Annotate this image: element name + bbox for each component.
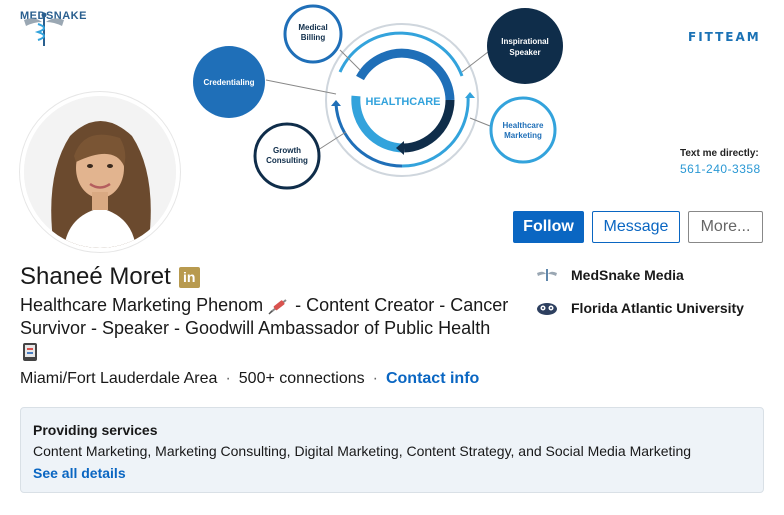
- bubble-label-inspirational-2: Speaker: [509, 48, 540, 57]
- healthcare-marketing-bubble: [489, 96, 557, 164]
- org-name: MedSnake Media: [571, 267, 684, 283]
- bubble-label-inspirational-1: Inspirational: [501, 37, 549, 46]
- message-button[interactable]: Message: [592, 211, 680, 243]
- org-name: Florida Atlantic University: [571, 300, 744, 316]
- bubble-label-medical-billing-1: Medical: [298, 23, 327, 32]
- medsnake-logo-icon: [535, 266, 559, 284]
- bubble-label-growth-2: Consulting: [266, 156, 308, 165]
- location-text: Miami/Fort Lauderdale Area: [20, 370, 218, 387]
- inspirational-speaker-bubble: [487, 8, 563, 84]
- caduceus-icon: [24, 12, 64, 46]
- connections-count[interactable]: 500+ connections: [239, 370, 365, 388]
- banner-phone: 561-240-3358: [680, 162, 761, 176]
- location-row: Miami/Fort Lauderdale Area · 500+ connec…: [20, 370, 479, 388]
- org-item-medsnake[interactable]: MedSnake Media: [535, 264, 744, 286]
- organizations-list: MedSnake Media Florida Atlantic Universi…: [535, 264, 744, 330]
- services-list: Content Marketing, Marketing Consulting,…: [33, 443, 692, 459]
- headline-part-1: Healthcare Marketing Phenom: [20, 295, 264, 315]
- bubble-label-credentialing: Credentialing: [203, 78, 254, 87]
- separator-dot: ·: [372, 370, 378, 387]
- bubble-label-growth-1: Growth: [273, 146, 301, 155]
- more-button[interactable]: More...: [688, 211, 763, 243]
- mobile-phone-icon: [23, 343, 37, 362]
- contact-info-link[interactable]: Contact info: [386, 370, 479, 388]
- medsnake-logo: MEDSNAKE: [20, 10, 87, 46]
- profile-headline: Healthcare Marketing Phenom - Content Cr…: [20, 294, 520, 363]
- separator-dot: ·: [225, 370, 231, 387]
- providing-services-card: Providing services Content Marketing, Ma…: [20, 407, 764, 493]
- text-me-label: Text me directly:: [680, 148, 759, 159]
- see-all-details-link[interactable]: See all details: [33, 465, 751, 481]
- syringe-icon: [268, 299, 287, 315]
- services-title: Providing services: [33, 422, 158, 438]
- healthcare-center-label: HEALTHCARE: [366, 96, 441, 108]
- org-item-fau[interactable]: Florida Atlantic University: [535, 297, 744, 319]
- fitteam-logo: FITTEAM: [688, 30, 761, 44]
- follow-button[interactable]: Follow: [513, 211, 584, 243]
- profile-name: Shaneé Moret: [20, 263, 171, 290]
- bubble-label-hc-marketing-2: Marketing: [504, 131, 542, 140]
- bubble-label-medical-billing-2: Billing: [301, 33, 326, 42]
- bubble-label-hc-marketing-1: Healthcare: [503, 121, 544, 130]
- profile-actions: Follow Message More...: [0, 211, 784, 243]
- linkedin-badge-icon: in: [178, 266, 200, 288]
- fau-owl-icon: [535, 299, 559, 317]
- name-row: Shaneé Moret in: [20, 263, 200, 291]
